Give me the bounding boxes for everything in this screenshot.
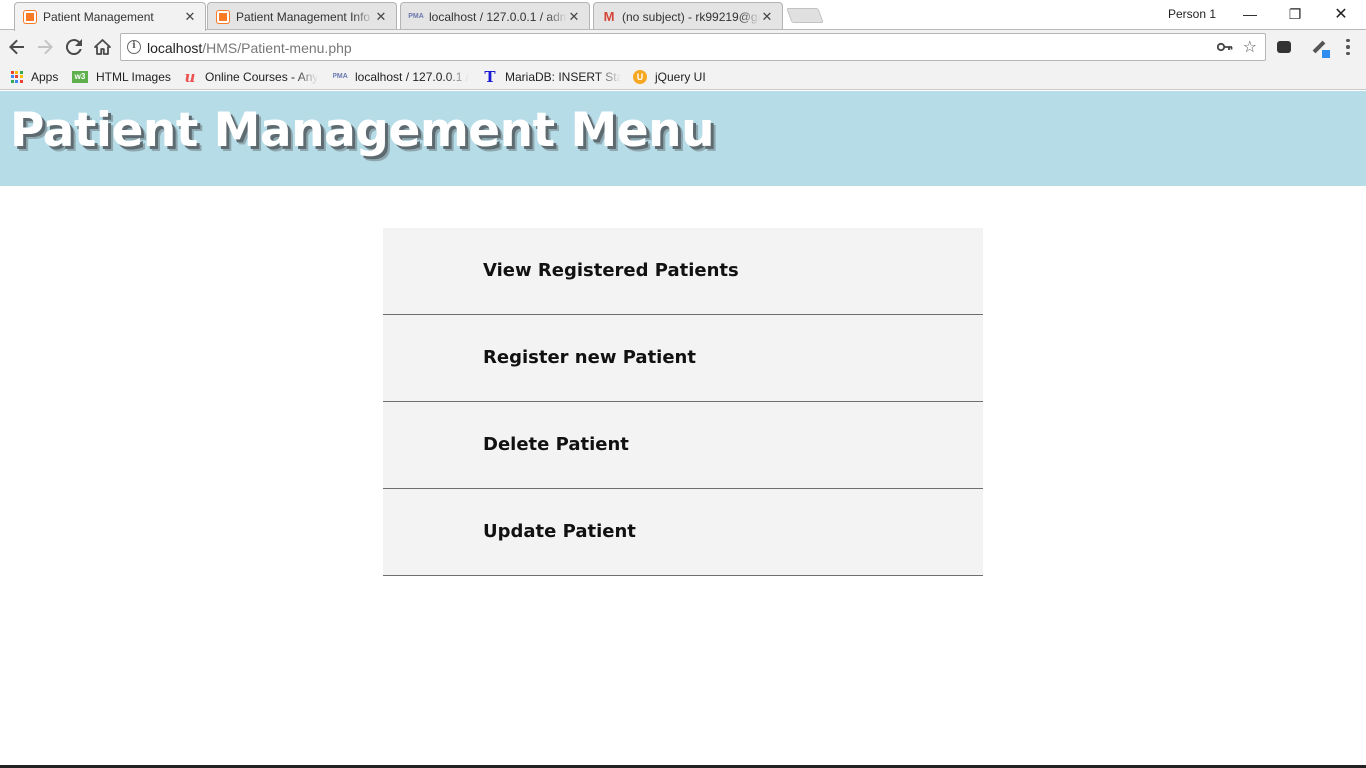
page-header: Patient Management Menu xyxy=(0,91,1366,186)
tab-patient-management[interactable]: Patient Management ✕ xyxy=(14,2,206,31)
register-new-patient-link[interactable]: Register new Patient xyxy=(383,315,983,402)
tab-strip: Patient Management ✕ Patient Management … xyxy=(0,0,1366,31)
bookmark-label: HTML Images xyxy=(96,70,171,84)
new-tab-button[interactable] xyxy=(786,8,824,23)
bookmark-label: Apps xyxy=(31,70,59,84)
home-icon[interactable] xyxy=(90,35,114,59)
star-icon[interactable]: ☆ xyxy=(1243,37,1257,57)
xampp-icon xyxy=(23,10,37,24)
w3schools-icon: w3 xyxy=(72,71,88,83)
udemy-icon: u xyxy=(184,68,196,86)
tab-phpmyadmin[interactable]: PMA localhost / 127.0.0.1 / adm ✕ xyxy=(400,2,590,30)
tab-title: localhost / 127.0.0.1 / adm xyxy=(429,9,567,24)
phpmyadmin-icon: PMA xyxy=(408,12,424,20)
more-menu-icon[interactable] xyxy=(1340,35,1356,59)
close-window-icon[interactable]: ✕ xyxy=(1318,0,1364,28)
apps-grid-icon xyxy=(10,70,23,84)
extension-pen-icon[interactable] xyxy=(1310,38,1330,58)
profile-button[interactable]: Person 1 xyxy=(1160,5,1224,23)
minimize-icon[interactable]: — xyxy=(1227,0,1273,28)
close-icon[interactable]: ✕ xyxy=(760,9,774,24)
info-icon[interactable]: i xyxy=(127,40,141,54)
url-text[interactable]: localhost/HMS/Patient-menu.php xyxy=(147,40,352,56)
tab-title: Patient Management Info xyxy=(236,9,371,24)
tab-patient-management-info[interactable]: Patient Management Info ✕ xyxy=(207,2,397,30)
update-patient-link[interactable]: Update Patient xyxy=(383,489,983,576)
bookmark-label: MariaDB: INSERT State xyxy=(505,70,621,84)
close-icon[interactable]: ✕ xyxy=(567,9,581,24)
address-bar[interactable]: i localhost/HMS/Patient-menu.php ☆ xyxy=(120,33,1266,61)
tab-gmail[interactable]: M (no subject) - rk99219@gm ✕ xyxy=(593,2,783,30)
bookmark-html-images[interactable]: w3 HTML Images xyxy=(72,68,171,86)
tab-title: Patient Management xyxy=(43,10,154,24)
close-icon[interactable]: ✕ xyxy=(374,9,388,24)
forward-icon[interactable] xyxy=(33,35,57,59)
delete-patient-link[interactable]: Delete Patient xyxy=(383,402,983,489)
bookmark-phpmyadmin[interactable]: PMA localhost / 127.0.0.1 / xyxy=(333,68,471,86)
bookmark-label: Online Courses - Any xyxy=(205,70,319,84)
bookmark-label: localhost / 127.0.0.1 / xyxy=(355,70,470,84)
back-icon[interactable] xyxy=(5,35,29,59)
bookmark-label: jQuery UI xyxy=(655,70,706,84)
jquery-icon: U xyxy=(633,70,647,84)
xampp-icon xyxy=(216,9,230,24)
reload-icon[interactable] xyxy=(62,35,86,59)
mariadb-icon: T xyxy=(484,68,496,86)
close-icon[interactable]: ✕ xyxy=(183,10,197,24)
page-title: Patient Management Menu xyxy=(10,103,715,158)
bookmark-apps[interactable]: Apps xyxy=(10,68,58,86)
browser-toolbar: i localhost/HMS/Patient-menu.php ☆ xyxy=(0,30,1366,64)
phpmyadmin-icon: PMA xyxy=(333,73,348,80)
patient-menu: View Registered Patients Register new Pa… xyxy=(383,228,983,576)
bookmark-online-courses[interactable]: u Online Courses - Any xyxy=(183,68,321,86)
restore-icon[interactable]: ❐ xyxy=(1272,0,1318,28)
tab-title: (no subject) - rk99219@gm xyxy=(622,9,760,24)
extension-icon[interactable] xyxy=(1275,38,1293,56)
key-icon[interactable] xyxy=(1216,39,1233,55)
view-registered-patients-link[interactable]: View Registered Patients xyxy=(383,228,983,315)
bookmarks-bar: Apps w3 HTML Images u Online Courses - A… xyxy=(0,64,1366,90)
gmail-icon: M xyxy=(603,9,615,24)
bookmark-jquery-ui[interactable]: U jQuery UI xyxy=(633,68,706,86)
bookmark-mariadb[interactable]: T MariaDB: INSERT State xyxy=(483,68,621,86)
